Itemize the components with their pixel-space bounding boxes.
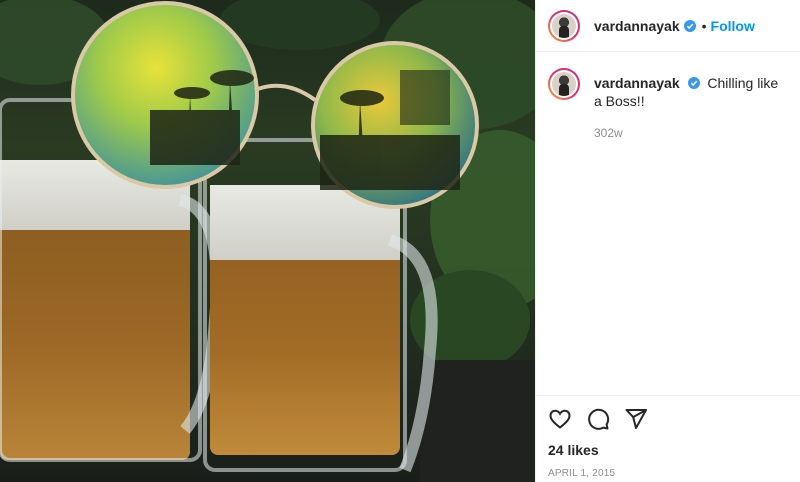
photo-illustration [0,0,535,482]
caption-avatar-image [552,72,576,96]
caption-timestamp[interactable]: 302w [594,124,788,142]
header-username[interactable]: vardannayak [594,18,680,34]
separator-dot: • [701,17,707,34]
avatar-image [552,13,576,38]
caption-body: vardannayak Chilling like a Boss!! 302w [594,68,788,142]
post-sidebar: vardannayak • Follow vardannayak Chillin… [535,0,800,482]
instagram-post: vardannayak • Follow vardannayak Chillin… [0,0,800,482]
verified-badge-icon [687,77,700,89]
verified-badge-icon [683,19,696,32]
action-icons [548,406,788,432]
post-header: vardannayak • Follow [536,0,800,52]
post-photo[interactable] [0,0,535,482]
comment-icon[interactable] [586,407,610,431]
caption-comment: vardannayak Chilling like a Boss!! 302w [536,52,800,142]
heart-icon[interactable] [548,407,572,431]
caption-avatar[interactable] [548,68,580,100]
avatar[interactable] [548,9,580,42]
post-date[interactable]: APRIL 1, 2015 [548,468,788,479]
share-icon[interactable] [624,407,648,431]
post-actions: 24 likes APRIL 1, 2015 [536,395,800,479]
avatar-border [550,11,578,40]
caption-username[interactable]: vardannayak [594,75,680,91]
likes-count[interactable]: 24 likes [548,442,788,458]
follow-button[interactable]: Follow [711,18,755,34]
caption-avatar-border [550,70,578,98]
